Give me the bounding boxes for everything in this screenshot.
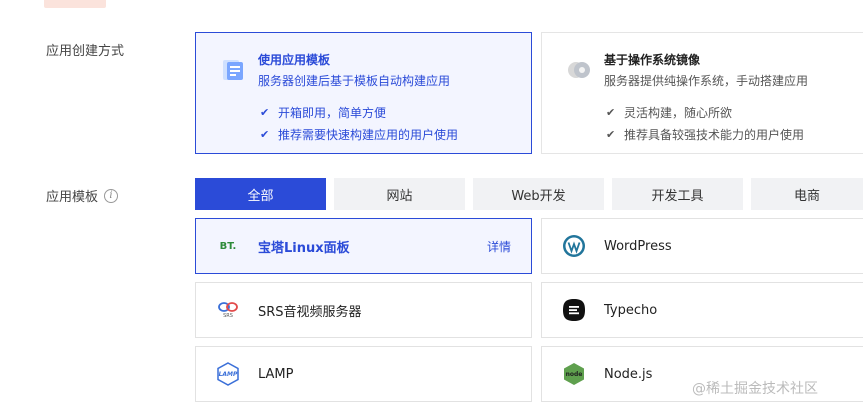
template-card-wordpress[interactable]: WordPress [541, 218, 863, 274]
bt-panel-icon: BT. [219, 240, 237, 252]
template-icon [223, 60, 243, 80]
wordpress-icon [563, 235, 585, 257]
template-card-lamp[interactable]: LAMP LAMP [195, 346, 532, 402]
method-card-title: 基于操作系统镜像 [604, 53, 701, 67]
template-name: Node.js [604, 366, 653, 382]
template-card-srs[interactable]: SRS SRS音视频服务器 [195, 282, 532, 338]
method-card-desc: 服务器提供纯操作系统，手动搭建应用 [604, 74, 809, 88]
info-icon[interactable]: i [104, 188, 119, 203]
template-name: 宝塔Linux面板 [258, 240, 350, 256]
template-name: LAMP [258, 366, 294, 382]
feature-list: ✔ 开箱即用，简单方便 ✔ 推荐需要快速构建应用的用户使用 [260, 101, 531, 145]
top-notice-strip [0, 0, 863, 8]
template-card-bt-panel[interactable]: BT. 宝塔Linux面板 详情 [195, 218, 532, 274]
typecho-icon [563, 299, 585, 321]
check-icon: ✔ [260, 105, 270, 119]
watermark: @稀土掘金技术社区 [692, 381, 818, 397]
notice-badge [44, 0, 106, 8]
srs-icon: SRS [216, 298, 240, 322]
method-card-title: 使用应用模板 [258, 53, 331, 67]
method-card-desc: 服务器创建后基于模板自动构建应用 [258, 74, 451, 88]
template-name: Typecho [604, 302, 658, 318]
feature-item: ✔ 灵活构建，随心所欲 [606, 105, 733, 120]
feature-item: ✔ 推荐需要快速构建应用的用户使用 [260, 127, 459, 142]
tab-website[interactable]: 网站 [334, 178, 465, 210]
feature-item: ✔ 开箱即用，简单方便 [260, 105, 387, 120]
feature-item: ✔ 推荐具备较强技术能力的用户使用 [606, 127, 805, 142]
tab-dev-tools[interactable]: 开发工具 [612, 178, 743, 210]
nodejs-icon: node [562, 362, 586, 386]
tab-web-dev[interactable]: Web开发 [473, 178, 604, 210]
method-card-template[interactable]: 使用应用模板 服务器创建后基于模板自动构建应用 ✔ 开箱即用，简单方便 ✔ 推荐需要… [195, 32, 532, 154]
tab-all[interactable]: 全部 [195, 178, 326, 210]
creation-method-label: 应用创建方式 [46, 44, 125, 59]
os-image-icon [568, 62, 590, 78]
method-card-os-image[interactable]: 基于操作系统镜像 服务器提供纯操作系统，手动搭建应用 ✔ 灵活构建，随心所欲 ✔ 推… [541, 32, 863, 154]
check-icon: ✔ [606, 127, 616, 141]
template-name: SRS音视频服务器 [258, 304, 362, 320]
feature-list: ✔ 灵活构建，随心所欲 ✔ 推荐具备较强技术能力的用户使用 [606, 101, 863, 145]
app-template-label: 应用模板 i [46, 186, 119, 205]
tab-ecommerce[interactable]: 电商 [751, 178, 863, 210]
check-icon: ✔ [606, 105, 616, 119]
check-icon: ✔ [260, 127, 270, 141]
template-detail-link[interactable]: 详情 [487, 238, 511, 255]
template-name: WordPress [604, 238, 672, 254]
template-card-typecho[interactable]: Typecho [541, 282, 863, 338]
lamp-icon: LAMP [216, 362, 240, 386]
